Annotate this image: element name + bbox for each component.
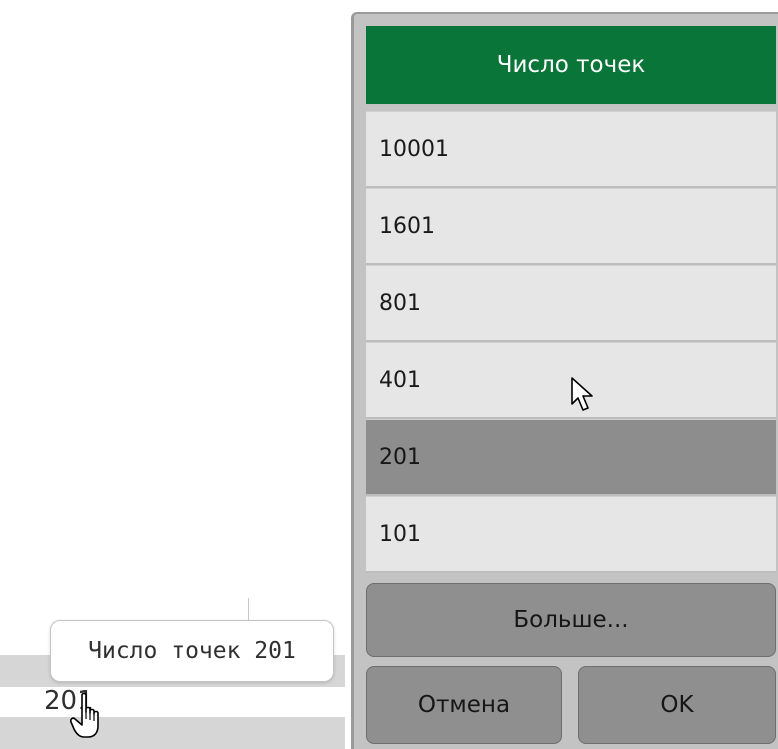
more-button[interactable]: Больше... — [366, 583, 776, 657]
cancel-button[interactable]: Отмена — [366, 666, 562, 744]
option-label: 801 — [379, 290, 421, 316]
ok-button[interactable]: OK — [578, 666, 776, 744]
option-label: 10001 — [379, 136, 449, 162]
background-band — [0, 717, 345, 749]
ok-button-label: OK — [660, 692, 694, 718]
hand-pointer-icon — [70, 692, 99, 738]
dialog-title-text: Число точек — [496, 52, 646, 78]
dialog-title: Число точек — [366, 26, 776, 104]
option-label: 201 — [379, 444, 421, 470]
option-801[interactable]: 801 — [366, 265, 776, 340]
option-101[interactable]: 101 — [366, 496, 776, 571]
option-1601[interactable]: 1601 — [366, 188, 776, 263]
option-10001[interactable]: 10001 — [366, 111, 776, 186]
option-label: 1601 — [379, 213, 435, 239]
option-201-selected[interactable]: 201 — [366, 419, 776, 494]
option-label: 401 — [379, 367, 421, 393]
cancel-button-label: Отмена — [417, 692, 511, 718]
more-button-label: Больше... — [513, 607, 629, 633]
arrow-cursor-icon — [571, 377, 593, 411]
points-dialog: Число точек 10001 1601 801 401 201 101 Б… — [351, 12, 778, 749]
points-option-list: 10001 1601 801 401 201 101 — [366, 111, 776, 573]
option-label: 101 — [379, 521, 421, 547]
screen: 201 Число точек 201 Число точек 10001 16… — [0, 0, 778, 749]
tooltip-text: Число точек 201 — [88, 638, 296, 664]
points-tooltip: Число точек 201 — [50, 620, 334, 682]
